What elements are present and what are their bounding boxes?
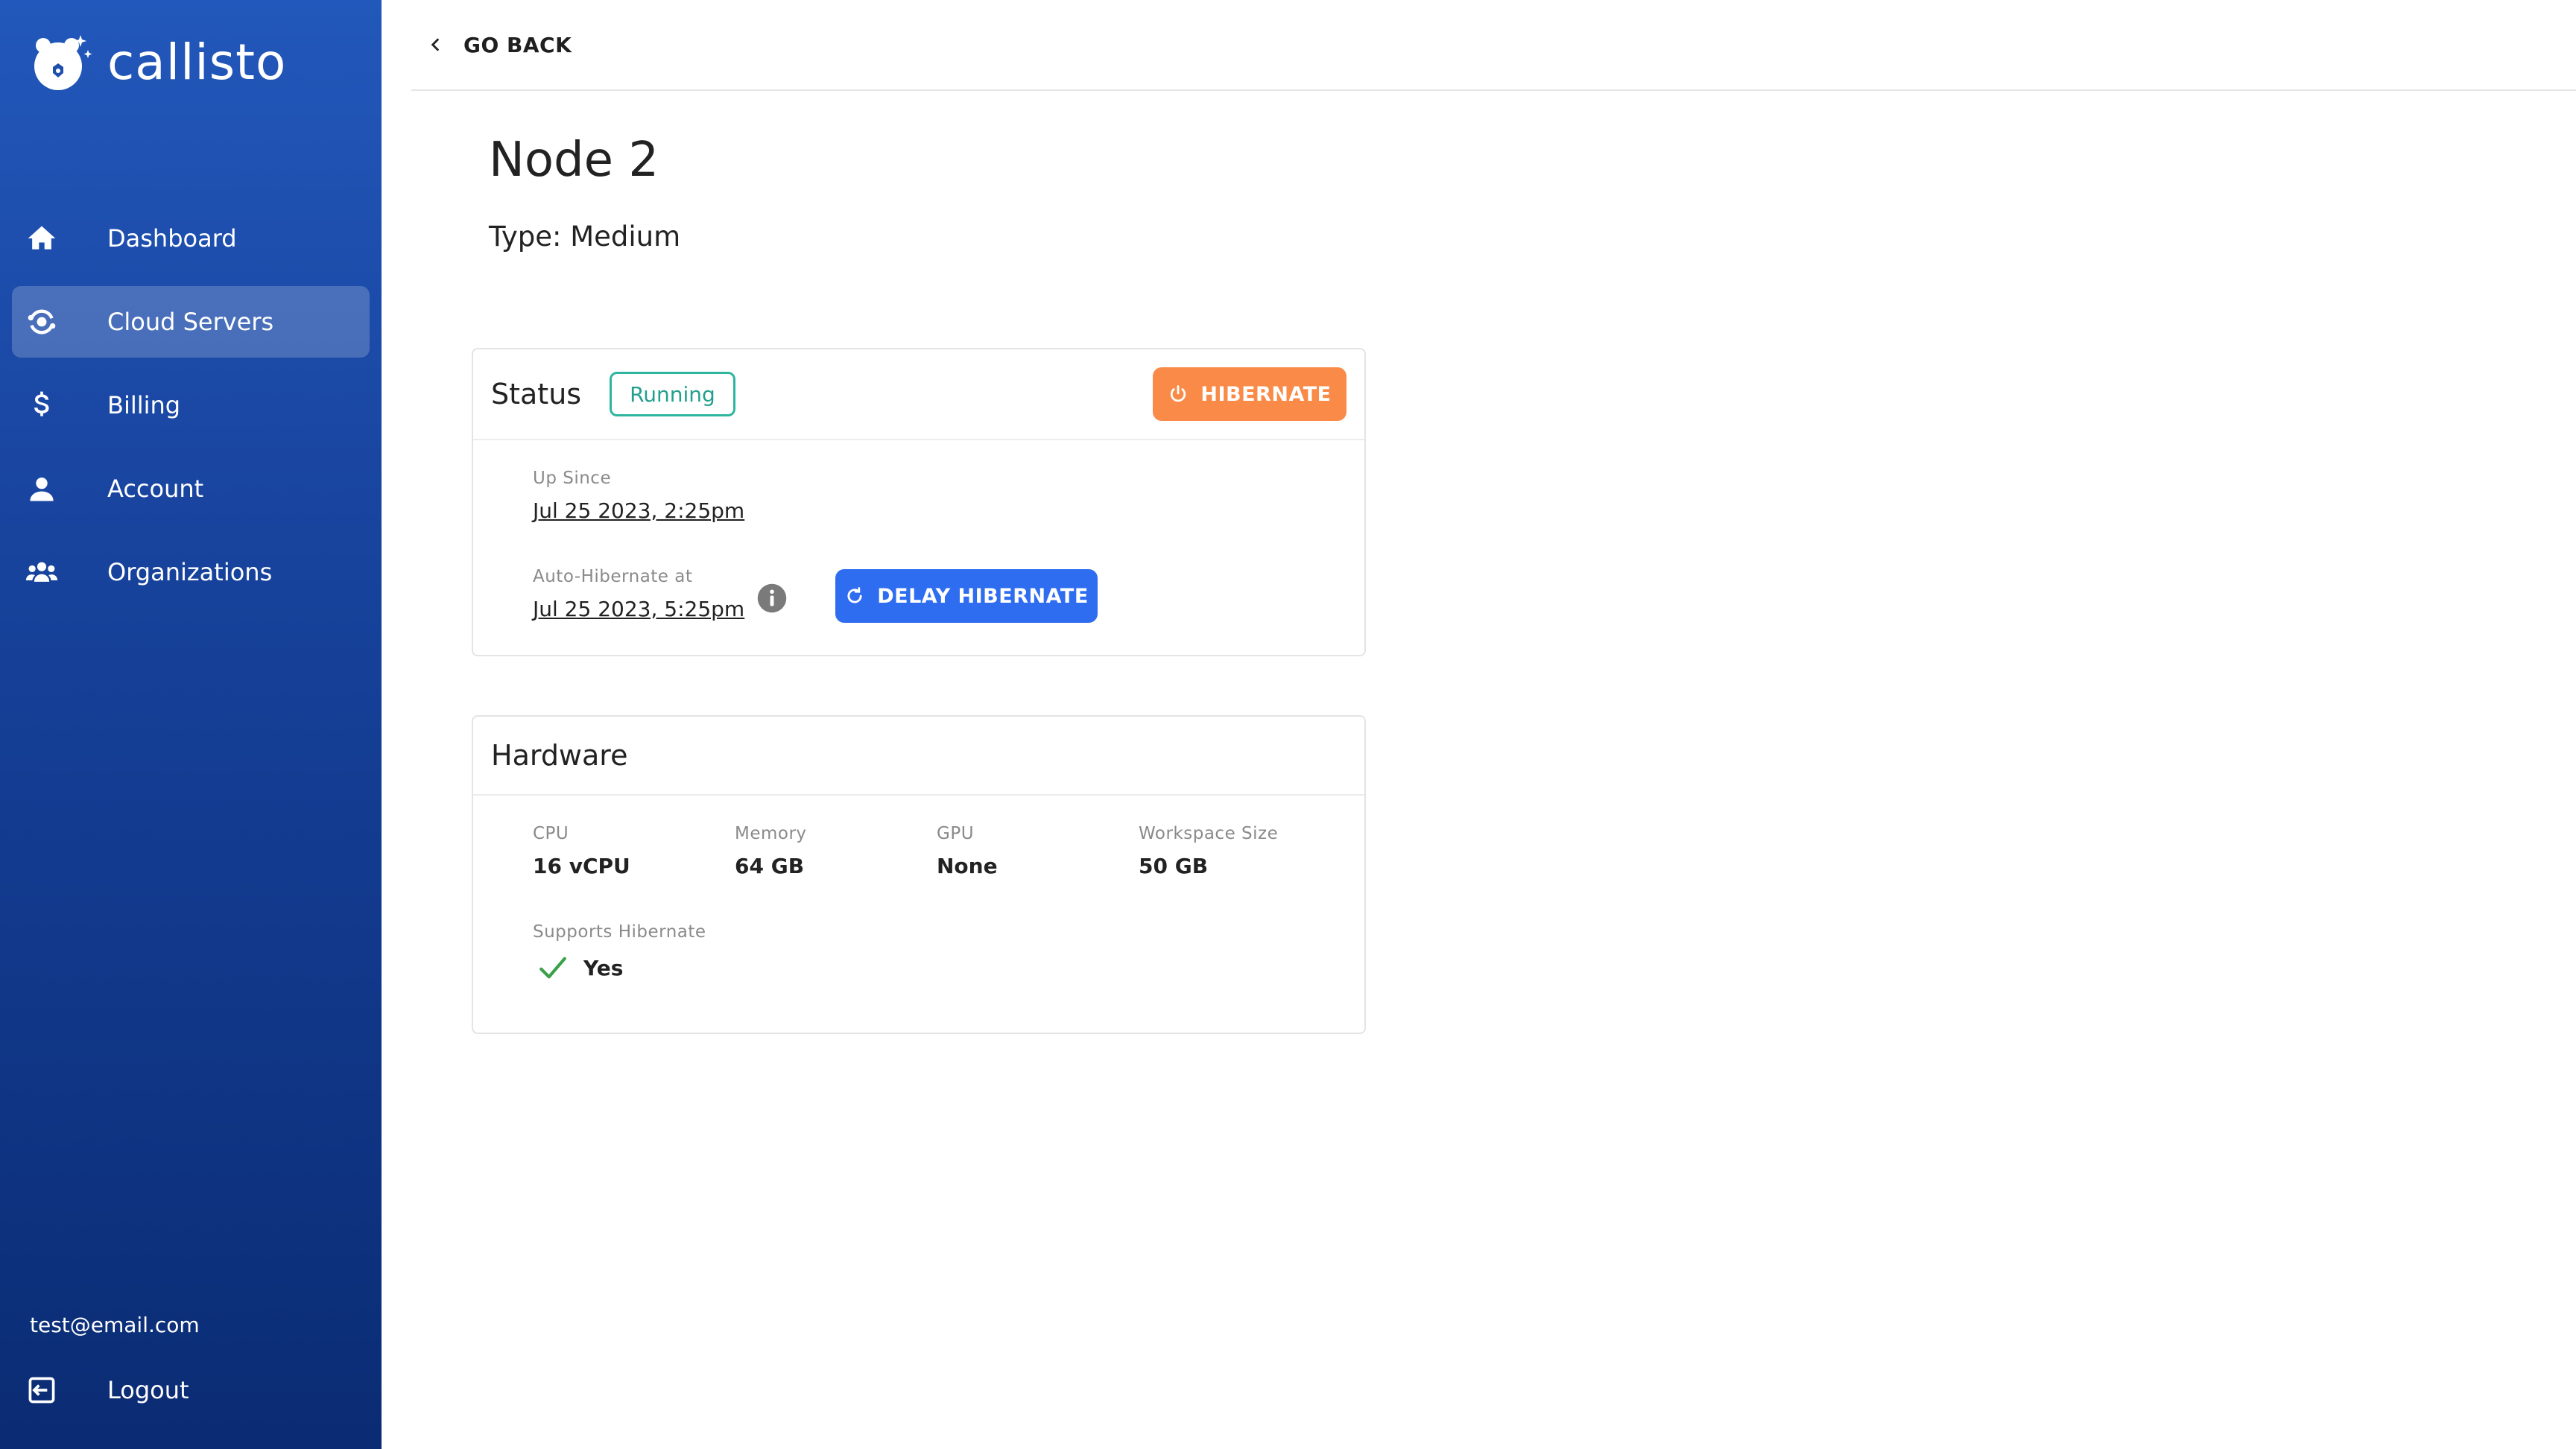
status-card: Status Running HIBERNATE Up Since Jul 25… [472, 348, 1366, 656]
status-badge: Running [610, 372, 735, 416]
gpu-field: GPU None [937, 824, 998, 878]
sidebar-item-dashboard[interactable]: Dashboard [12, 203, 370, 274]
go-back-button[interactable]: GO BACK [426, 33, 572, 57]
status-card-header: Status Running HIBERNATE [473, 349, 1364, 440]
hardware-card: Hardware CPU 16 vCPU Memory 64 GB GPU No… [472, 715, 1366, 1034]
cpu-field: CPU 16 vCPU [533, 824, 630, 878]
supports-hibernate-value: Yes [583, 955, 624, 980]
brand[interactable]: callisto [28, 28, 286, 95]
page-title: Node 2 [489, 133, 659, 188]
spec-label: GPU [937, 824, 975, 843]
user-email: test@email.com [30, 1313, 200, 1337]
delay-hibernate-button[interactable]: DELAY HIBERNATE [835, 569, 1098, 623]
spec-label: CPU [533, 824, 569, 843]
sidebar-item-billing[interactable]: Billing [12, 370, 370, 441]
logout-label: Logout [107, 1376, 189, 1404]
spec-label: Workspace Size [1139, 824, 1279, 843]
sidebar-item-label: Dashboard [107, 224, 237, 253]
main-content: GO BACK Node 2 Type: Medium Status Runni… [411, 0, 2576, 1449]
hardware-card-header: Hardware [473, 717, 1364, 796]
workspace-size-field: Workspace Size 50 GB [1139, 824, 1278, 878]
node-type: Type: Medium [489, 221, 681, 253]
sidebar-item-organizations[interactable]: Organizations [12, 536, 370, 608]
supports-hibernate-label: Supports Hibernate [533, 922, 706, 942]
spec-label: Memory [735, 824, 807, 843]
auto-hibernate-field: Auto-Hibernate at Jul 25 2023, 5:25pm [533, 567, 744, 621]
supports-hibernate-row: Yes [533, 952, 706, 983]
chevron-left-icon [431, 38, 440, 51]
group-icon [12, 536, 72, 608]
dollar-icon [12, 370, 72, 441]
memory-field: Memory 64 GB [735, 824, 807, 878]
sidebar-item-label: Cloud Servers [107, 308, 274, 336]
auto-hibernate-label: Auto-Hibernate at [533, 567, 693, 586]
info-icon[interactable] [756, 583, 788, 614]
hibernate-label: HIBERNATE [1200, 382, 1332, 406]
power-icon [1171, 385, 1186, 402]
delay-hibernate-label: DELAY HIBERNATE [877, 584, 1089, 608]
auto-hibernate-value[interactable]: Jul 25 2023, 5:25pm [533, 597, 744, 621]
spec-value: 50 GB [1139, 854, 1209, 878]
supports-hibernate-field: Supports Hibernate Yes [533, 922, 706, 983]
sidebar-item-cloud-servers[interactable]: Cloud Servers [12, 286, 370, 358]
sidebar-item-label: Organizations [107, 558, 273, 586]
up-since-value[interactable]: Jul 25 2023, 2:25pm [533, 498, 744, 523]
sidebar-nav: Dashboard Cloud Servers Billing Account … [12, 203, 370, 620]
cloud-servers-icon [12, 286, 72, 358]
sidebar-item-label: Account [107, 475, 204, 503]
spec-value: None [937, 854, 998, 878]
spec-value: 64 GB [735, 854, 805, 878]
spec-value: 16 vCPU [533, 854, 630, 878]
sidebar-item-account[interactable]: Account [12, 453, 370, 524]
up-since-field: Up Since Jul 25 2023, 2:25pm [533, 469, 744, 523]
bear-logo-icon [34, 35, 92, 90]
sidebar: callisto Dashboard Cloud Servers Billing… [0, 0, 382, 1449]
user-icon [12, 453, 72, 524]
hibernate-button[interactable]: HIBERNATE [1153, 367, 1346, 421]
sidebar-item-label: Billing [107, 391, 181, 419]
up-since-label: Up Since [533, 469, 612, 488]
hardware-card-title: Hardware [491, 739, 628, 772]
home-icon [12, 203, 72, 274]
refresh-icon [847, 587, 862, 603]
go-back-label: GO BACK [463, 32, 572, 57]
checkmark-icon [539, 957, 566, 979]
topbar: GO BACK [411, 0, 2576, 91]
brand-name: callisto [107, 33, 287, 91]
logout-icon [12, 1354, 72, 1426]
logout-button[interactable]: Logout [12, 1354, 370, 1426]
status-card-title: Status [491, 378, 582, 410]
